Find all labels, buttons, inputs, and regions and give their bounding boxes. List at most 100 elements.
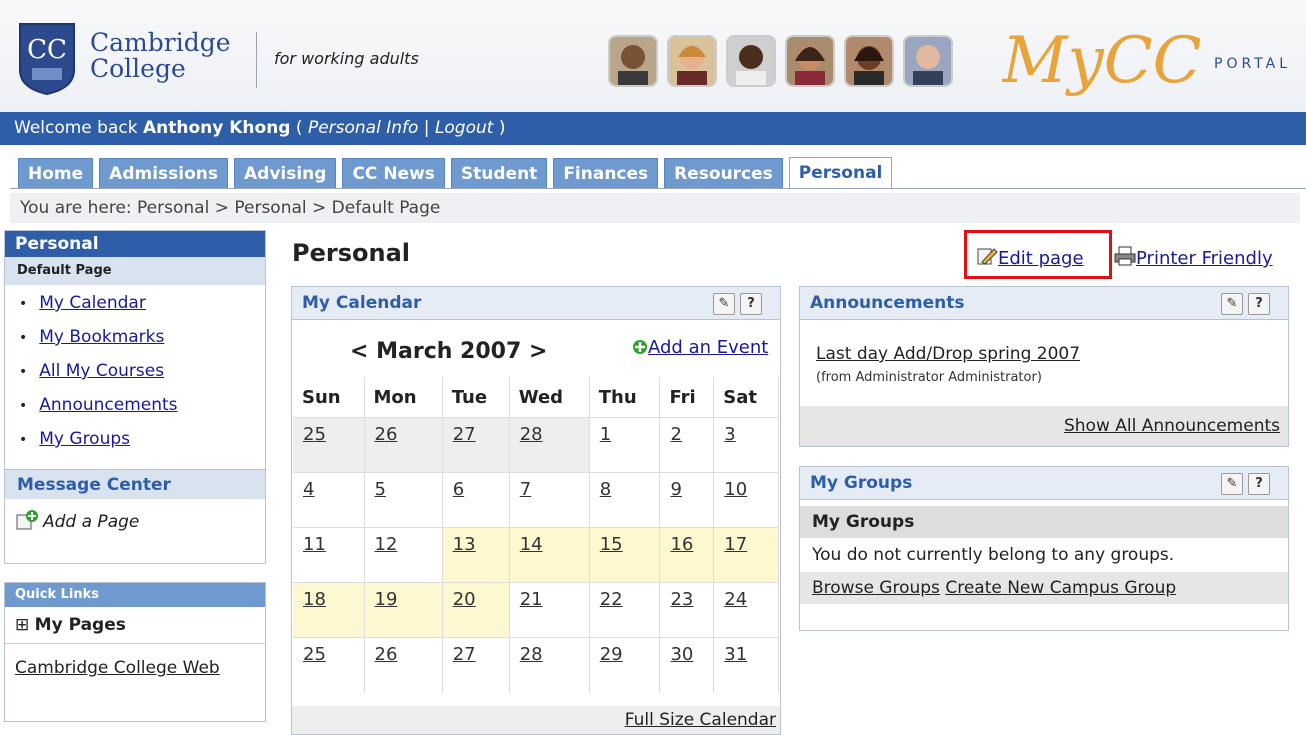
calendar-day-link[interactable]: 27 (453, 424, 476, 445)
calendar-day-link[interactable]: 12 (375, 534, 398, 555)
calendar-day-link[interactable]: 15 (600, 534, 623, 555)
calendar-day-cell[interactable]: 11 (293, 527, 365, 583)
calendar-day-cell[interactable]: 13 (442, 527, 510, 583)
help-icon[interactable]: ? (1248, 293, 1270, 315)
tab-home[interactable]: Home (18, 158, 94, 188)
settings-icon[interactable]: ✎ (713, 293, 735, 315)
calendar-day-link[interactable]: 2 (670, 424, 681, 445)
calendar-day-cell[interactable]: 5 (364, 472, 443, 528)
calendar-day-cell[interactable]: 20 (442, 582, 510, 638)
printer-friendly-button[interactable]: Printer Friendly (1114, 246, 1273, 269)
calendar-day-cell[interactable]: 26 (364, 417, 443, 473)
calendar-day-cell[interactable]: 27 (442, 637, 510, 693)
tab-resources[interactable]: Resources (664, 158, 783, 188)
edit-page-button[interactable]: Edit page (976, 246, 1084, 269)
calendar-day-cell[interactable]: 9 (659, 472, 715, 528)
calendar-day-cell[interactable]: 6 (442, 472, 510, 528)
calendar-day-cell[interactable]: 17 (713, 527, 779, 583)
tab-advising[interactable]: Advising (234, 158, 337, 188)
sidebar-link-my-bookmarks[interactable]: My Bookmarks (39, 327, 164, 347)
calendar-day-link[interactable]: 25 (303, 424, 326, 445)
calendar-day-cell[interactable]: 8 (589, 472, 661, 528)
calendar-day-link[interactable]: 30 (670, 644, 693, 665)
calendar-day-link[interactable]: 6 (453, 479, 464, 500)
calendar-day-cell[interactable]: 4 (293, 472, 365, 528)
next-month-button[interactable]: > (529, 339, 547, 364)
calendar-day-cell[interactable]: 22 (589, 582, 661, 638)
tab-cc-news[interactable]: CC News (342, 158, 445, 188)
add-event-button[interactable]: Add an Event (632, 337, 768, 358)
sidebar-link-all-my-courses[interactable]: All My Courses (39, 361, 164, 381)
calendar-day-link[interactable]: 20 (453, 589, 476, 610)
calendar-day-link[interactable]: 7 (520, 479, 531, 500)
calendar-day-cell[interactable]: 19 (364, 582, 443, 638)
calendar-day-cell[interactable]: 1 (589, 417, 661, 473)
calendar-day-cell[interactable]: 21 (509, 582, 590, 638)
calendar-day-link[interactable]: 27 (453, 644, 476, 665)
calendar-day-link[interactable]: 1 (600, 424, 611, 445)
calendar-day-link[interactable]: 19 (375, 589, 398, 610)
tab-personal[interactable]: Personal (788, 157, 893, 190)
calendar-day-cell[interactable]: 18 (293, 582, 365, 638)
message-center-heading[interactable]: Message Center (5, 469, 265, 499)
calendar-day-link[interactable]: 8 (600, 479, 611, 500)
calendar-day-cell[interactable]: 25 (293, 637, 365, 693)
expand-icon[interactable]: ⊞ (15, 615, 29, 635)
calendar-day-cell[interactable]: 29 (589, 637, 661, 693)
calendar-day-link[interactable]: 28 (520, 424, 543, 445)
calendar-day-cell[interactable]: 10 (713, 472, 779, 528)
full-size-calendar-link[interactable]: Full Size Calendar (625, 710, 776, 730)
calendar-day-link[interactable]: 21 (520, 589, 543, 610)
calendar-day-link[interactable]: 4 (303, 479, 314, 500)
calendar-day-cell[interactable]: 26 (364, 637, 443, 693)
help-icon[interactable]: ? (740, 293, 762, 315)
calendar-day-link[interactable]: 23 (670, 589, 693, 610)
calendar-day-cell[interactable]: 25 (293, 417, 365, 473)
calendar-day-cell[interactable]: 28 (509, 417, 590, 473)
settings-icon[interactable]: ✎ (1221, 473, 1243, 495)
create-campus-group-link[interactable]: Create New Campus Group (945, 578, 1176, 598)
help-icon[interactable]: ? (1248, 473, 1270, 495)
my-pages-item[interactable]: ⊞ My Pages (5, 607, 265, 644)
calendar-day-cell[interactable]: 3 (713, 417, 779, 473)
add-page-action[interactable]: Add a Page (15, 509, 139, 532)
settings-icon[interactable]: ✎ (1221, 293, 1243, 315)
calendar-day-cell[interactable]: 24 (713, 582, 779, 638)
college-name[interactable]: Cambridge College (90, 30, 231, 82)
calendar-day-link[interactable]: 17 (724, 534, 747, 555)
calendar-day-link[interactable]: 18 (303, 589, 326, 610)
tab-student[interactable]: Student (450, 158, 548, 188)
calendar-day-cell[interactable]: 28 (509, 637, 590, 693)
calendar-day-cell[interactable]: 16 (659, 527, 715, 583)
sidebar-link-my-calendar[interactable]: My Calendar (39, 293, 146, 313)
browse-groups-link[interactable]: Browse Groups (812, 578, 940, 598)
calendar-day-link[interactable]: 3 (724, 424, 735, 445)
calendar-day-cell[interactable]: 14 (509, 527, 590, 583)
calendar-day-link[interactable]: 16 (670, 534, 693, 555)
logout-link[interactable]: Logout (435, 118, 494, 138)
cambridge-college-web-link[interactable]: Cambridge College Web (15, 658, 220, 678)
calendar-day-link[interactable]: 13 (453, 534, 476, 555)
calendar-day-cell[interactable]: 27 (442, 417, 510, 473)
calendar-day-link[interactable]: 5 (375, 479, 386, 500)
calendar-day-link[interactable]: 10 (724, 479, 747, 500)
tab-finances[interactable]: Finances (553, 158, 659, 188)
personal-info-link[interactable]: Personal Info (308, 118, 418, 138)
calendar-day-link[interactable]: 25 (303, 644, 326, 665)
calendar-day-link[interactable]: 11 (303, 534, 326, 555)
calendar-day-link[interactable]: 29 (600, 644, 623, 665)
calendar-day-cell[interactable]: 23 (659, 582, 715, 638)
calendar-day-cell[interactable]: 30 (659, 637, 715, 693)
calendar-day-link[interactable]: 22 (600, 589, 623, 610)
sidebar-link-announcements[interactable]: Announcements (39, 395, 177, 415)
show-all-announcements-link[interactable]: Show All Announcements (1064, 416, 1280, 436)
calendar-day-link[interactable]: 9 (670, 479, 681, 500)
sidebar-link-my-groups[interactable]: My Groups (39, 429, 130, 449)
calendar-day-cell[interactable]: 2 (659, 417, 715, 473)
calendar-day-link[interactable]: 31 (724, 644, 747, 665)
tab-admissions[interactable]: Admissions (99, 158, 228, 188)
calendar-day-link[interactable]: 26 (375, 644, 398, 665)
calendar-day-link[interactable]: 28 (520, 644, 543, 665)
calendar-day-cell[interactable]: 15 (589, 527, 661, 583)
prev-month-button[interactable]: < (350, 339, 368, 364)
